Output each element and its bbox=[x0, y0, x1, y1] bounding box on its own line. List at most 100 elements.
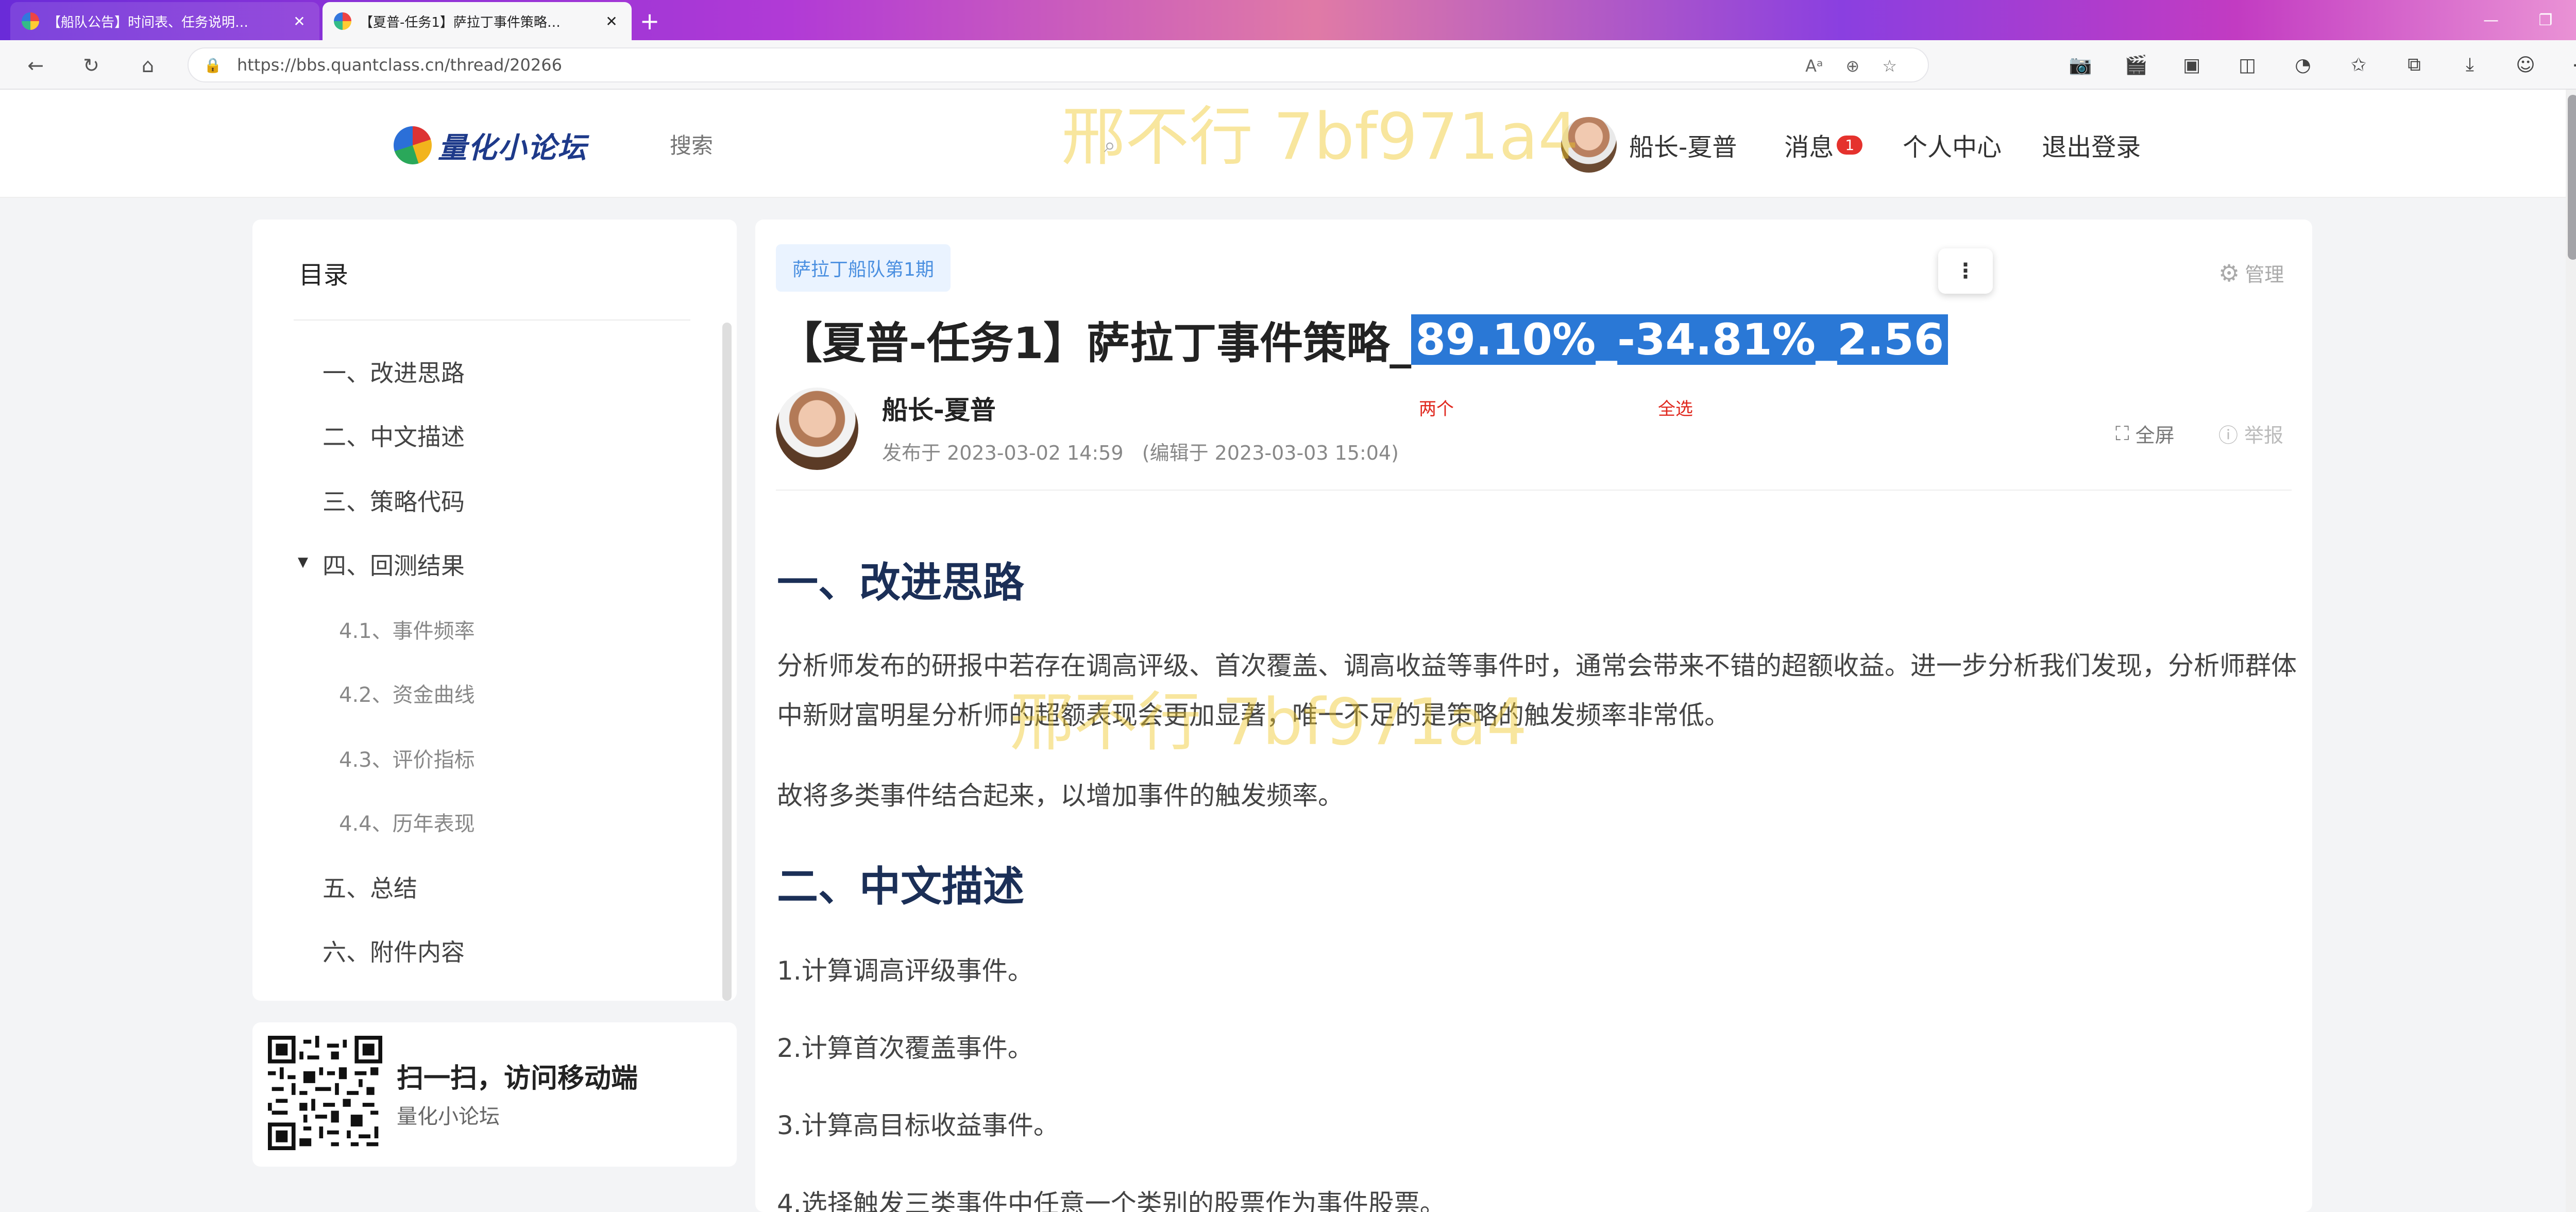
more-options-icon[interactable]: ⋯ bbox=[2568, 52, 2576, 78]
video-icon[interactable]: 🎬 bbox=[2123, 52, 2149, 78]
search-input[interactable] bbox=[670, 132, 1072, 158]
back-arrow-icon[interactable]: ← bbox=[23, 53, 48, 78]
fullscreen-icon: ⛶ bbox=[2115, 422, 2129, 445]
mobile-qr-card: 扫一扫，访问移动端 量化小论坛 bbox=[252, 1022, 737, 1167]
article-card: 萨拉丁船队第1期 ⋮ ⚙ 管理 【夏普-任务1】萨拉丁事件策略_ 89.10%_-… bbox=[755, 220, 2312, 1212]
edited-time: (编辑于 2023-03-03 15:04) bbox=[1142, 442, 1399, 464]
toc-subitem[interactable]: 4.3、评价指标 bbox=[339, 743, 475, 773]
toc-scrollbar[interactable] bbox=[722, 323, 732, 1001]
paragraph: 故将多类事件结合起来，以增加事件的触发频率。 bbox=[777, 781, 1344, 811]
favorite-star-icon[interactable]: ☆ bbox=[1882, 56, 1897, 76]
gear-icon: ⚙ bbox=[2218, 259, 2240, 287]
info-icon: ⓘ bbox=[2218, 424, 2239, 447]
annotation-label: 全选 bbox=[1658, 399, 1693, 419]
qr-code-icon bbox=[268, 1036, 382, 1150]
extension-icon[interactable]: ◫ bbox=[2234, 52, 2261, 78]
toc-item[interactable]: 四、回测结果 bbox=[323, 547, 465, 581]
toc-title: 目录 bbox=[299, 261, 349, 290]
download-icon[interactable]: ⤓ bbox=[2456, 52, 2483, 78]
site-logo[interactable]: 量化小论坛 bbox=[394, 125, 587, 166]
article-title: 【夏普-任务1】萨拉丁事件策略_ 89.10%_-34.81%_2.56 bbox=[779, 306, 1948, 373]
page-scrollbar[interactable] bbox=[2566, 90, 2576, 1212]
zoom-icon[interactable]: ⊕ bbox=[1846, 56, 1860, 76]
refresh-icon[interactable]: ↻ bbox=[78, 53, 104, 78]
list-item: 3.计算高目标收益事件。 bbox=[777, 1110, 1059, 1140]
qr-subtitle: 量化小论坛 bbox=[397, 1105, 500, 1129]
site-favicon-icon bbox=[22, 12, 39, 30]
tab-title: 【夏普-任务1】萨拉丁事件策略… bbox=[360, 14, 561, 30]
scrollbar-thumb[interactable] bbox=[2568, 95, 2576, 260]
caret-down-icon[interactable]: ▼ bbox=[298, 554, 308, 570]
category-tag[interactable]: 萨拉丁船队第1期 bbox=[776, 244, 951, 292]
user-area: 船长-夏普 消息 1 个人中心 退出登录 bbox=[1561, 116, 2181, 173]
section-heading: 二、中文描述 bbox=[777, 863, 1024, 911]
profile-link[interactable]: 个人中心 bbox=[1903, 127, 2002, 163]
annotation-label: 两个 bbox=[1419, 399, 1454, 419]
list-item: 1.计算调高评级事件。 bbox=[777, 956, 1033, 986]
tab-title: 【船队公告】时间表、任务说明… bbox=[47, 14, 249, 30]
avatar[interactable] bbox=[1561, 117, 1617, 173]
divider bbox=[776, 490, 2292, 491]
toc-subitem[interactable]: 4.1、事件频率 bbox=[339, 614, 475, 644]
close-icon[interactable]: ✕ bbox=[603, 12, 620, 30]
manage-button[interactable]: ⚙ 管理 bbox=[2218, 259, 2284, 287]
minimize-icon[interactable]: — bbox=[2473, 7, 2509, 33]
search-icon[interactable]: ⌕ bbox=[1096, 132, 1123, 159]
divider bbox=[294, 319, 690, 321]
screenshot-icon[interactable]: 📷 bbox=[2067, 52, 2094, 78]
home-icon[interactable]: ⌂ bbox=[135, 53, 161, 78]
author-name[interactable]: 船长-夏普 bbox=[882, 390, 996, 427]
messages-label: 消息 bbox=[1784, 133, 1834, 162]
new-tab-plus-icon[interactable]: + bbox=[636, 7, 664, 35]
title-text: 【夏普-任务1】萨拉丁事件策略_ bbox=[779, 317, 1412, 368]
lock-icon: 🔒 bbox=[204, 56, 222, 74]
browser-tab-announcement[interactable]: 【船队公告】时间表、任务说明… ✕ bbox=[10, 2, 319, 40]
url-text: https://bbs.quantclass.cn/thread/20266 bbox=[237, 55, 562, 75]
list-item: 2.计算首次覆盖事件。 bbox=[777, 1033, 1033, 1063]
toc-item[interactable]: 二、中文描述 bbox=[323, 418, 465, 452]
author-avatar[interactable] bbox=[776, 388, 858, 470]
address-bar-row: ← ↻ ⌂ 🔒 https://bbs.quantclass.cn/thread… bbox=[0, 40, 2576, 90]
paragraph: 分析师发布的研报中若存在调高评级、首次覆盖、调高收益等事件时，通常会带来不错的超… bbox=[777, 651, 2297, 730]
site-header: 量化小论坛 ⌕ 船长-夏普 消息 1 个人中心 退出登录 bbox=[0, 90, 2566, 198]
messages-link[interactable]: 消息 1 bbox=[1784, 127, 1863, 163]
report-label: 举报 bbox=[2244, 424, 2284, 447]
logo-text: 量化小论坛 bbox=[438, 131, 587, 165]
published-time: 发布于 2023-03-02 14:59 bbox=[882, 442, 1124, 464]
extension-icon[interactable]: ▣ bbox=[2178, 52, 2205, 78]
toc-item[interactable]: 一、改进思路 bbox=[323, 355, 465, 389]
messages-count-badge: 1 bbox=[1837, 135, 1863, 155]
manage-label: 管理 bbox=[2245, 263, 2284, 286]
report-button[interactable]: ⓘ 举报 bbox=[2218, 419, 2283, 448]
toolbar-extensions: 📷 🎬 ▣ ◫ ◔ ✩ ⧉ ⤓ ☺ ⋯ bbox=[2067, 52, 2576, 78]
list-item: 4.选择触发三类事件中任意一个类别的股票作为事件股票。 bbox=[777, 1189, 1446, 1212]
title-selected-text: 89.10%_-34.81%_2.56 bbox=[1411, 314, 1948, 365]
table-of-contents: 目录 一、改进思路 二、中文描述 三、策略代码 ▼ 四、回测结果 4.1、事件频… bbox=[252, 220, 737, 1001]
post-meta: 发布于 2023-03-02 14:59 (编辑于 2023-03-03 15:… bbox=[882, 437, 1399, 465]
toc-item[interactable]: 六、附件内容 bbox=[323, 934, 465, 968]
close-icon[interactable]: ✕ bbox=[291, 12, 308, 30]
section-heading: 一、改进思路 bbox=[777, 559, 1024, 607]
fullscreen-label: 全屏 bbox=[2135, 424, 2175, 447]
browser-tab-strip: 【船队公告】时间表、任务说明… ✕ 【夏普-任务1】萨拉丁事件策略… ✕ + —… bbox=[0, 0, 2576, 40]
collections-icon[interactable]: ⧉ bbox=[2401, 52, 2428, 78]
extension-icon[interactable]: ◔ bbox=[2290, 52, 2316, 78]
header-username[interactable]: 船长-夏普 bbox=[1629, 127, 1737, 163]
more-vertical-icon[interactable]: ⋮ bbox=[1938, 248, 1993, 294]
fullscreen-button[interactable]: ⛶ 全屏 bbox=[2115, 419, 2175, 448]
url-input[interactable]: 🔒 https://bbs.quantclass.cn/thread/20266… bbox=[188, 47, 1929, 82]
profile-icon[interactable]: ☺ bbox=[2512, 52, 2539, 78]
favorites-icon[interactable]: ✩ bbox=[2345, 52, 2372, 78]
read-aloud-icon[interactable]: Aᵃ bbox=[1805, 56, 1823, 76]
toc-subitem[interactable]: 4.2、资金曲线 bbox=[339, 678, 475, 708]
toc-item[interactable]: 三、策略代码 bbox=[323, 483, 465, 517]
logo-mark-icon bbox=[394, 126, 432, 164]
maximize-icon[interactable]: ❐ bbox=[2528, 7, 2564, 33]
logout-link[interactable]: 退出登录 bbox=[2042, 127, 2141, 163]
toc-item[interactable]: 五、总结 bbox=[323, 870, 417, 904]
toc-subitem[interactable]: 4.4、历年表现 bbox=[339, 807, 475, 837]
site-search: ⌕ bbox=[670, 125, 1123, 166]
qr-title: 扫一扫，访问移动端 bbox=[397, 1063, 638, 1094]
browser-tab-current[interactable]: 【夏普-任务1】萨拉丁事件策略… ✕ bbox=[323, 2, 632, 40]
site-favicon-icon bbox=[334, 12, 351, 30]
